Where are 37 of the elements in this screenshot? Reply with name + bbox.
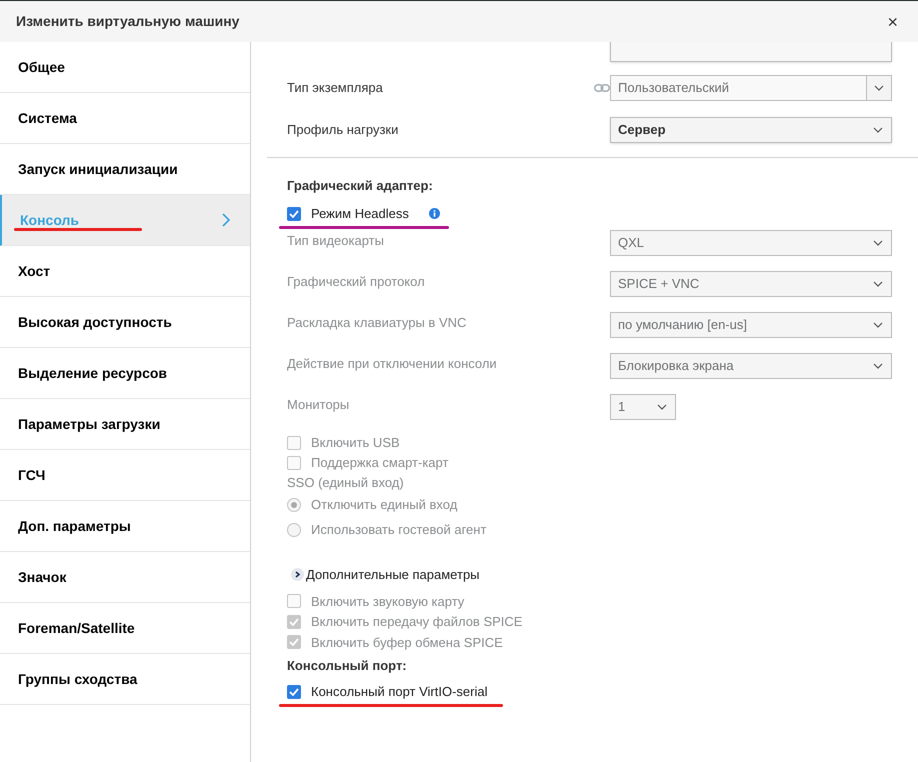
radio-label: Отключить единый вход	[311, 496, 458, 514]
caret-icon	[873, 322, 883, 328]
field-label: Мониторы	[287, 396, 350, 414]
checkbox-label: Включить передачу файлов SPICE	[311, 613, 522, 631]
checkbox-label: Включить буфер обмена SPICE	[311, 634, 503, 652]
field-label: Тип видеокарты	[287, 232, 384, 250]
checkbox-label: Консольный порт VirtIO-serial	[311, 683, 488, 702]
field-label: Профиль нагрузки	[287, 121, 398, 140]
checkbox-label: Поддержка смарт-карт	[311, 454, 448, 472]
caret-icon	[657, 404, 667, 410]
field-label: SSO (единый вход)	[286, 474, 405, 492]
select-field[interactable]: Сервер	[610, 117, 892, 143]
checkbox[interactable]	[287, 206, 301, 220]
link-icon	[594, 84, 610, 92]
field-label: Тип экземпляра	[287, 79, 383, 98]
advanced-toggle[interactable]: Дополнительные параметры	[291, 564, 480, 584]
checkbox[interactable]	[287, 685, 301, 699]
info-icon	[428, 208, 440, 219]
section-heading: Графический адаптер:	[286, 177, 434, 195]
caret-icon	[873, 240, 883, 246]
checkbox-label: Включить USB	[311, 434, 400, 452]
select-field[interactable]	[610, 42, 892, 62]
chevron-right-icon	[291, 568, 304, 581]
caret-icon	[873, 362, 883, 368]
field-label: Действие при отключении консоли	[287, 354, 497, 373]
checkbox-label: Режим Headless	[311, 204, 409, 223]
radio-label: Использовать гостевой агент	[311, 521, 486, 540]
chevron-icon	[222, 213, 230, 227]
field-label: Графический протокол	[287, 272, 425, 291]
close-button[interactable]: ×	[883, 12, 902, 30]
window-title: Изменить виртуальную машину	[16, 12, 240, 31]
caret-icon	[866, 76, 891, 100]
section-heading: Консольный порт:	[286, 656, 408, 675]
caret-icon	[873, 280, 883, 286]
field-label: Раскладка клавиатуры в VNC	[287, 314, 466, 332]
checkbox-label: Включить звуковую карту	[311, 592, 464, 611]
caret-icon	[873, 127, 883, 133]
